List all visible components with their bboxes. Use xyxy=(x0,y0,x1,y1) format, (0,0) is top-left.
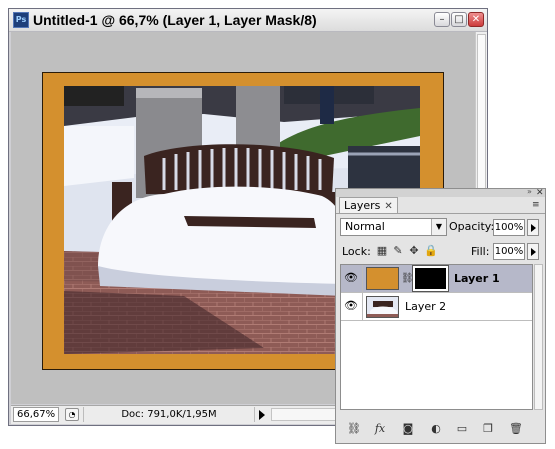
tab-layers[interactable]: Layers ✕ xyxy=(339,197,398,214)
fill-slider-arrow-icon[interactable] xyxy=(527,243,539,260)
status-menu-arrow-icon[interactable] xyxy=(259,410,265,420)
link-layers-icon[interactable]: ⛓ xyxy=(346,422,362,436)
layer-row-layer-2[interactable]: 👁 Layer 2 xyxy=(341,293,532,321)
adjustment-layer-icon[interactable]: ◐ xyxy=(428,422,444,436)
eye-icon[interactable]: 👁 xyxy=(344,300,358,312)
zoom-field[interactable]: 66,67% xyxy=(13,407,59,422)
layer-row-layer-1[interactable]: 👁 ⛓ Layer 1 xyxy=(341,265,532,293)
eye-icon[interactable]: 👁 xyxy=(344,272,358,284)
new-layer-icon[interactable]: ❐ xyxy=(480,422,496,436)
close-panel-icon[interactable]: ✕ xyxy=(536,188,544,198)
maximize-button[interactable]: □ xyxy=(451,12,467,27)
eye-divider xyxy=(362,265,363,292)
lock-position-icon[interactable]: ✥ xyxy=(408,245,420,257)
fx-icon[interactable]: fx xyxy=(372,422,388,436)
status-options-icon[interactable]: ◔ xyxy=(65,408,79,421)
layer-thumbnail[interactable] xyxy=(366,267,399,290)
layer-name[interactable]: Layer 2 xyxy=(405,300,446,313)
layers-scrollbar[interactable] xyxy=(534,264,543,410)
photoshop-app-icon: Ps xyxy=(13,12,29,28)
opacity-label: Opacity: xyxy=(449,220,495,233)
panel-menu-icon[interactable]: ≡ xyxy=(532,201,542,210)
horizontal-scrollbar[interactable] xyxy=(271,408,341,421)
lock-image-pixels-icon[interactable]: ✎ xyxy=(392,245,404,257)
layer-name[interactable]: Layer 1 xyxy=(454,272,500,285)
tab-close-icon[interactable]: ✕ xyxy=(384,201,392,212)
document-title: Untitled-1 @ 66,7% (Layer 1, Layer Mask/… xyxy=(33,12,317,28)
lock-label: Lock: xyxy=(342,245,371,258)
trash-icon[interactable]: 🗑 xyxy=(508,422,524,436)
tab-layers-label: Layers xyxy=(344,199,381,212)
fill-label: Fill: xyxy=(471,245,490,258)
doc-info: Doc: 791,0K/1,95M xyxy=(83,407,255,422)
fill-field[interactable]: 100% xyxy=(493,243,525,260)
eye-divider xyxy=(362,293,363,320)
lock-transparent-pixels-icon[interactable]: ▦ xyxy=(376,245,388,257)
panel-header-strip[interactable] xyxy=(336,189,545,197)
new-group-icon[interactable]: ▭ xyxy=(454,422,470,436)
blend-mode-select[interactable]: Normal ▼ xyxy=(340,218,447,236)
blend-mode-value: Normal xyxy=(345,220,385,233)
layer-mask-thumbnail[interactable] xyxy=(412,265,449,292)
mask-link-icon[interactable]: ⛓ xyxy=(401,273,414,284)
chevron-down-icon[interactable]: ▼ xyxy=(431,219,446,235)
document-titlebar[interactable]: Ps Untitled-1 @ 66,7% (Layer 1, Layer Ma… xyxy=(9,9,487,32)
tab-divider xyxy=(336,213,545,214)
lock-all-icon[interactable]: 🔒 xyxy=(424,245,438,257)
minimize-button[interactable]: – xyxy=(434,12,450,27)
collapse-panel-icon[interactable]: » xyxy=(527,187,532,196)
opacity-field[interactable]: 100% xyxy=(493,219,525,236)
add-mask-icon[interactable]: ◙ xyxy=(400,422,416,436)
close-button[interactable]: ✕ xyxy=(468,12,484,27)
opacity-slider-arrow-icon[interactable] xyxy=(527,219,539,236)
layers-list: 👁 ⛓ Layer 1 👁 Layer 2 xyxy=(340,264,533,410)
layer-thumbnail[interactable] xyxy=(366,296,399,318)
layers-panel: » ✕ Layers ✕ ≡ Normal ▼ Opacity: 100% Loc… xyxy=(335,187,546,444)
